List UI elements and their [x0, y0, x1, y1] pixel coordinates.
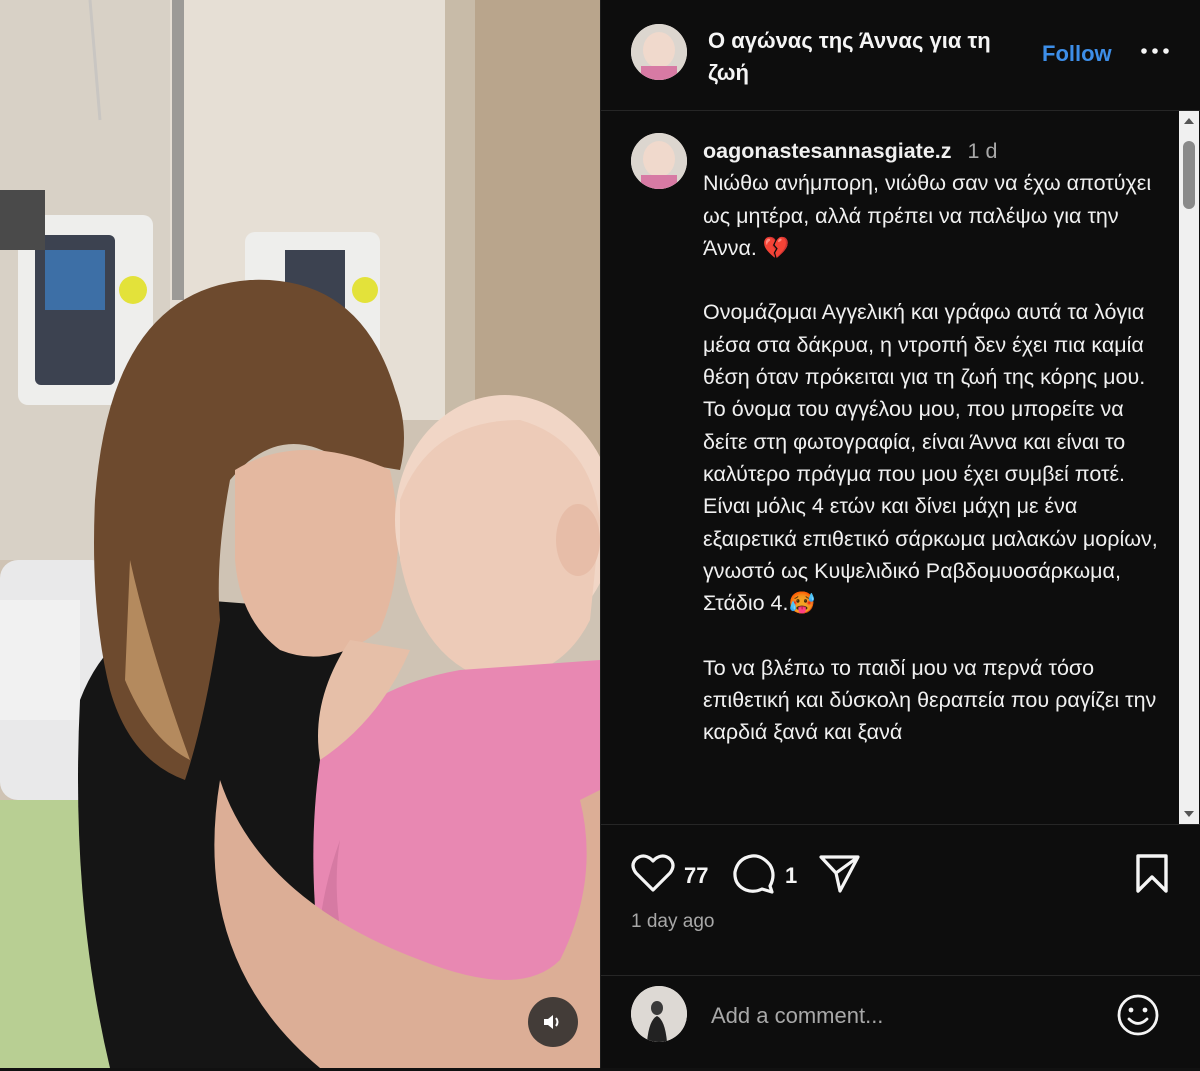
- volume-toggle-button[interactable]: [528, 997, 578, 1047]
- post-caption: oagonastesannasgiate.z 1 d Νιώθω ανήμπορ…: [703, 135, 1163, 781]
- triangle-up-icon: [1184, 118, 1194, 124]
- more-options-button[interactable]: [1135, 36, 1175, 66]
- follow-button[interactable]: Follow: [1042, 41, 1112, 67]
- hospital-photo: [0, 0, 600, 1068]
- post-header: Ο αγώνας της Άννας για τη ζωή Follow: [601, 0, 1200, 111]
- caption-meta: oagonastesannasgiate.z 1 d: [703, 135, 1163, 167]
- smiley-icon: [1117, 994, 1159, 1036]
- scrollbar-thumb[interactable]: [1183, 141, 1195, 209]
- more-horizontal-icon: [1141, 48, 1169, 54]
- caption-scrollbar[interactable]: [1179, 111, 1199, 824]
- comment-bubble-icon: [733, 854, 775, 894]
- send-icon: [819, 855, 860, 893]
- avatar-image: [631, 24, 687, 80]
- comment-input[interactable]: [709, 998, 1093, 1034]
- bookmark-icon: [1136, 854, 1168, 893]
- comments-count[interactable]: 1: [785, 863, 797, 889]
- comment-button[interactable]: [732, 853, 776, 900]
- save-button[interactable]: [1134, 853, 1170, 900]
- account-title[interactable]: Ο αγώνας της Άννας για τη ζωή: [708, 25, 1033, 89]
- volume-icon: [544, 1015, 559, 1029]
- caption-paragraph: Το να βλέπω το παιδί μου να περνά τόσο ε…: [703, 655, 1163, 745]
- caption-scroll-area[interactable]: oagonastesannasgiate.z 1 d Νιώθω ανήμπορ…: [601, 111, 1200, 825]
- emoji-picker-button[interactable]: [1116, 993, 1160, 1037]
- share-button[interactable]: [818, 853, 862, 900]
- add-comment-bar: [601, 976, 1200, 1068]
- posted-time: 1 day ago: [631, 911, 715, 932]
- caption-timestamp[interactable]: 1 d: [968, 139, 998, 163]
- caption-author-avatar[interactable]: [631, 133, 687, 189]
- post-panel: Ο αγώνας της Άννας για τη ζωή Follow oag…: [600, 0, 1200, 1068]
- post-actions: 77 1 1 day ago: [601, 825, 1200, 976]
- caption-paragraph: Νιώθω ανήμπορη, νιώθω σαν να έχω αποτύχε…: [703, 171, 1158, 260]
- avatar-image: [631, 133, 687, 189]
- like-button[interactable]: [631, 853, 675, 898]
- heart-icon: [631, 854, 675, 892]
- triangle-down-icon: [1184, 811, 1194, 817]
- caption-username[interactable]: oagonastesannasgiate.z: [703, 139, 952, 163]
- post-media-video[interactable]: [0, 0, 600, 1068]
- account-avatar[interactable]: [631, 24, 687, 80]
- avatar-image: [631, 986, 687, 1042]
- scroll-up-arrow[interactable]: [1179, 113, 1199, 129]
- likes-count[interactable]: 77: [684, 863, 708, 889]
- scroll-down-arrow[interactable]: [1179, 806, 1199, 822]
- current-user-avatar[interactable]: [631, 986, 687, 1042]
- caption-paragraph: Ονομάζομαι Αγγελική και γράφω αυτά τα λό…: [703, 300, 1158, 616]
